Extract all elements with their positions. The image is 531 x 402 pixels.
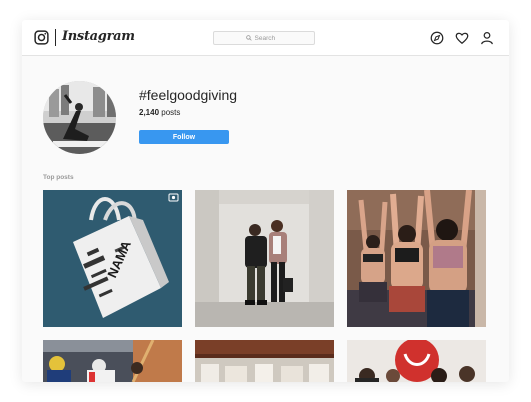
search-icon <box>245 35 252 41</box>
post-count-label: posts <box>161 108 181 117</box>
heart-icon[interactable] <box>455 31 469 45</box>
post-tile-bag[interactable]: NAMA <box>43 190 182 327</box>
post-tile-yoga[interactable] <box>347 190 486 327</box>
post-tile-couple[interactable] <box>195 190 334 327</box>
compass-icon[interactable] <box>430 31 444 45</box>
hashtag-title: #feelgoodgiving <box>139 87 238 103</box>
post-count: 2,140 posts <box>139 108 180 117</box>
hashtag-avatar <box>43 81 116 154</box>
post-count-value: 2,140 <box>139 108 160 117</box>
follow-button[interactable]: Follow <box>139 130 229 144</box>
user-icon[interactable] <box>480 31 494 45</box>
instagram-logo-icon[interactable] <box>34 30 49 45</box>
post-tile-cyclists[interactable] <box>43 340 182 382</box>
post-tile-group[interactable] <box>347 340 486 382</box>
top-navigation-bar: Instagram <box>22 20 509 56</box>
browser-window: Instagram Search #feelgoodgiving 2,140 p… <box>22 20 509 382</box>
search-box[interactable] <box>213 31 315 45</box>
instagram-wordmark[interactable]: Instagram <box>62 29 135 44</box>
logo-divider <box>55 29 56 46</box>
top-posts-heading: Top posts <box>43 174 74 181</box>
post-tile-store[interactable] <box>195 340 334 382</box>
search-input[interactable] <box>254 34 283 42</box>
